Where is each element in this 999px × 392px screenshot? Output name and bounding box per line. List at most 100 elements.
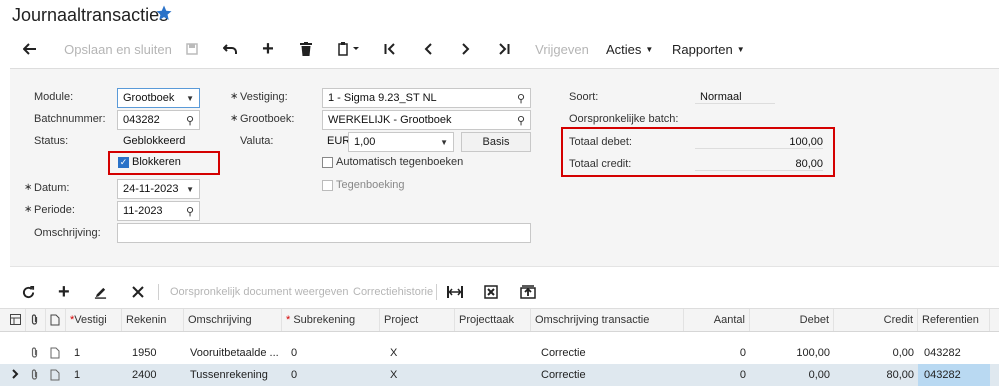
cell-reference[interactable]: 043282 — [918, 364, 990, 386]
col-subaccount[interactable]: * Subrekening — [282, 309, 380, 331]
cell-branch[interactable]: 1 — [66, 364, 122, 386]
first-record-icon[interactable] — [380, 38, 400, 60]
cell-quantity[interactable]: 0 — [684, 342, 750, 364]
currency-label: Valuta: — [240, 135, 274, 147]
attachment-icon[interactable] — [26, 342, 46, 364]
cell-debit[interactable]: 100,00 — [750, 342, 834, 364]
search-icon: ⚲ — [185, 115, 194, 127]
auto-reverse-label: Automatisch tegenboeken — [336, 156, 464, 168]
auto-reverse-checkbox[interactable] — [322, 157, 333, 168]
col-description[interactable]: Omschrijving — [184, 309, 282, 331]
reversing-checkbox[interactable] — [322, 180, 333, 191]
export-excel-icon[interactable] — [484, 282, 502, 302]
rate-field[interactable]: 1,00 ▼ — [348, 132, 454, 152]
row-selector-icon[interactable] — [8, 309, 26, 331]
col-project-task[interactable]: Projecttaak — [455, 309, 531, 331]
last-record-icon[interactable] — [494, 38, 514, 60]
back-icon[interactable] — [18, 38, 42, 60]
table-row[interactable]: 1 1950 Vooruitbetaalde ... 0 X Correctie… — [0, 342, 999, 364]
module-label: Module: — [34, 91, 74, 103]
type-value: Normaal — [695, 91, 775, 104]
col-account[interactable]: Rekenin — [122, 309, 184, 331]
undo-icon[interactable] — [220, 38, 240, 60]
cell-transaction-description[interactable]: Correctie — [531, 342, 684, 364]
edit-icon[interactable] — [94, 282, 110, 302]
next-record-icon[interactable] — [456, 38, 476, 60]
current-row-arrow-icon — [8, 364, 26, 386]
cell-debit[interactable]: 0,00 — [750, 364, 834, 386]
rate-value: 1,00 — [354, 136, 376, 148]
fit-columns-icon[interactable] — [447, 282, 465, 302]
col-quantity[interactable]: Aantal — [684, 309, 750, 331]
cell-account[interactable]: 2400 — [122, 364, 184, 386]
cell-credit[interactable]: 80,00 — [834, 364, 918, 386]
col-transaction-description[interactable]: Omschrijving transactie — [531, 309, 684, 331]
reversing-label: Tegenboeking — [336, 179, 405, 191]
hold-checkbox[interactable]: ✓ — [118, 157, 129, 168]
actions-menu[interactable]: Acties ▼ — [606, 38, 662, 60]
note-icon[interactable] — [46, 364, 66, 386]
cell-project-task[interactable] — [455, 342, 531, 364]
delete-icon[interactable] — [296, 38, 316, 60]
actions-label: Acties — [606, 41, 642, 57]
branch-field[interactable]: 1 - Sigma 9.23_ST NL ⚲ — [322, 88, 531, 108]
cell-reference[interactable]: 043282 — [918, 342, 990, 364]
batch-number-field[interactable]: 043282 ⚲ — [117, 110, 200, 130]
ledger-field[interactable]: WERKELIJK - Grootboek ⚲ — [322, 110, 531, 130]
branch-value: 1 - Sigma 9.23_ST NL — [328, 92, 437, 104]
save-icon[interactable] — [182, 38, 202, 60]
col-credit[interactable]: Credit — [834, 309, 918, 331]
description-field[interactable] — [117, 223, 531, 243]
cell-transaction-description[interactable]: Correctie — [531, 364, 684, 386]
status-label: Status: — [34, 135, 69, 147]
view-original-document-button[interactable]: Oorspronkelijk document weergeven — [170, 282, 349, 302]
reports-menu[interactable]: Rapporten ▼ — [672, 38, 752, 60]
copy-paste-icon[interactable] — [334, 38, 364, 60]
col-debit[interactable]: Debet — [750, 309, 834, 331]
cell-account[interactable]: 1950 — [122, 342, 184, 364]
col-branch[interactable]: *Vestigi — [66, 309, 122, 331]
cell-subaccount[interactable]: 0 — [282, 342, 380, 364]
date-field[interactable]: 24-11-2023 ▼ — [117, 179, 200, 199]
module-select[interactable]: Grootboek ▼ — [117, 88, 200, 108]
table-row[interactable]: 1 2400 Tussenrekening 0 X Correctie 0 0,… — [0, 364, 999, 386]
cell-description[interactable]: Tussenrekening — [184, 364, 282, 386]
upload-icon[interactable] — [520, 282, 538, 302]
date-value: 24-11-2023 — [123, 183, 179, 195]
cell-quantity[interactable]: 0 — [684, 364, 750, 386]
favorite-star-icon[interactable] — [155, 4, 173, 25]
refresh-icon[interactable] — [22, 282, 38, 302]
cell-credit[interactable]: 0,00 — [834, 342, 918, 364]
period-field[interactable]: 11-2023 ⚲ — [117, 201, 200, 221]
cell-project-task[interactable] — [455, 364, 531, 386]
col-project[interactable]: Project — [380, 309, 455, 331]
ledger-label: Grootboek: — [230, 113, 295, 125]
ledger-value: WERKELIJK - Grootboek — [328, 114, 452, 126]
cell-description[interactable]: Vooruitbetaalde ... — [184, 342, 282, 364]
chevron-down-icon: ▼ — [736, 44, 745, 54]
attachment-icon[interactable] — [26, 364, 46, 386]
add-row-icon[interactable]: + — [58, 281, 74, 303]
note-icon[interactable] — [46, 342, 66, 364]
note-icon — [46, 309, 66, 331]
row-pointer — [8, 342, 26, 364]
release-button[interactable]: Vrijgeven — [532, 38, 592, 60]
add-icon[interactable]: + — [258, 38, 278, 60]
cell-project[interactable]: X — [380, 342, 455, 364]
col-reference[interactable]: Referentien — [918, 309, 990, 331]
orig-batch-label: Oorspronkelijke batch: — [569, 113, 679, 125]
search-icon: ⚲ — [516, 115, 525, 127]
grid-header-row: *Vestigi Rekenin Omschrijving * Subreken… — [0, 308, 999, 332]
save-close-button[interactable]: Opslaan en sluiten — [58, 38, 178, 60]
cell-subaccount[interactable]: 0 — [282, 364, 380, 386]
reports-label: Rapporten — [672, 41, 733, 57]
debit-total-label: Totaal debet: — [569, 136, 632, 148]
delete-row-icon[interactable] — [132, 282, 148, 302]
base-button[interactable]: Basis — [461, 132, 531, 152]
cell-branch[interactable]: 1 — [66, 342, 122, 364]
status-value: Geblokkeerd — [123, 135, 186, 147]
previous-record-icon[interactable] — [418, 38, 438, 60]
toolbar-separator — [436, 284, 437, 300]
cell-project[interactable]: X — [380, 364, 455, 386]
correction-history-button[interactable]: Correctiehistorie — [353, 282, 433, 302]
